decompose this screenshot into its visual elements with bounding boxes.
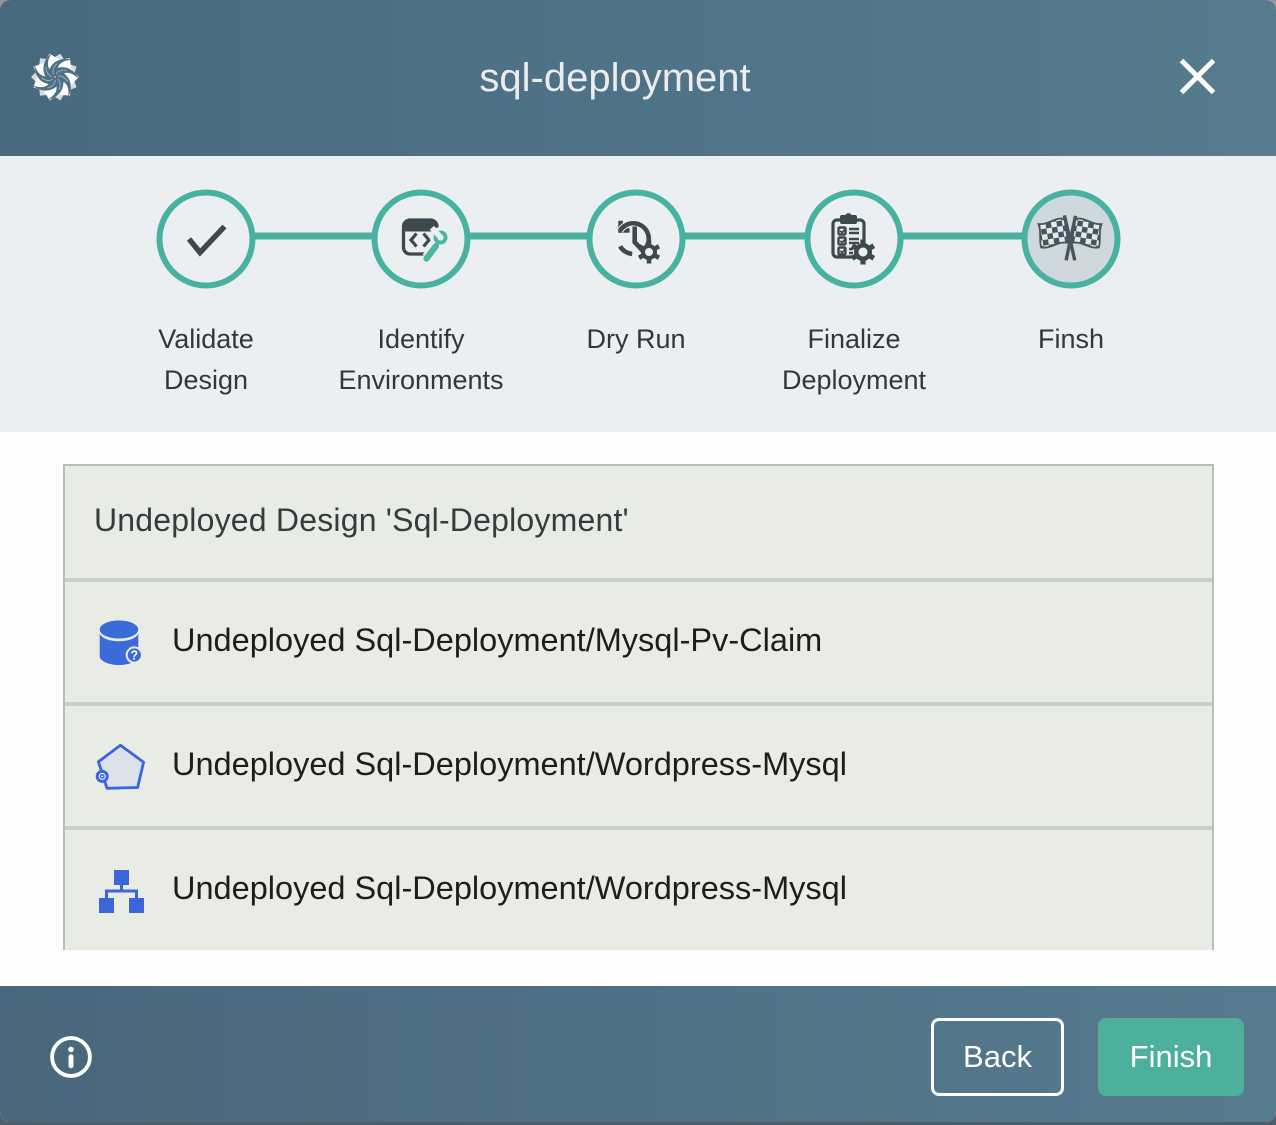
svg-text:?: ? [130,649,138,663]
